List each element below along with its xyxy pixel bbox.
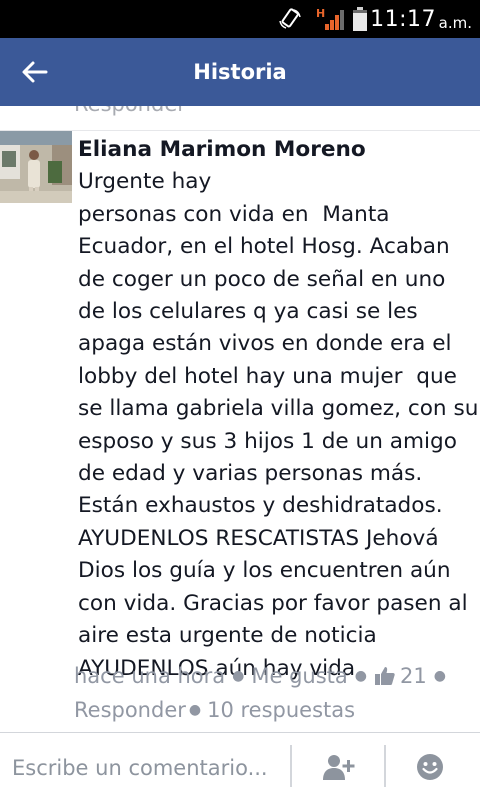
status-bar: H 11:17 a.m. xyxy=(0,0,480,38)
comment-actions-row: Responder ● 10 respuestas xyxy=(74,695,355,725)
signal-icon: H xyxy=(316,0,346,38)
comment-input[interactable] xyxy=(10,747,286,789)
separator-dot: ● xyxy=(232,668,245,684)
comment-text-line: Están exhaustos y deshidratados. xyxy=(78,493,443,519)
comment-meta-row: hace una hora ● Me gusta ● 21 ● xyxy=(74,661,453,691)
replies-link[interactable]: 10 respuestas xyxy=(207,698,355,722)
separator-dot: ● xyxy=(433,668,446,684)
comment-text-line: personas con vida en Manta xyxy=(78,201,390,227)
comment-text-line: aire esta urgente de noticia xyxy=(78,623,377,649)
reply-link[interactable]: Responder xyxy=(74,698,186,722)
comments-list: Responder Eliana Marimon Moreno Urgente … xyxy=(0,106,480,732)
comment-text-line: de coger un poco de señal en uno xyxy=(78,266,446,292)
avatar[interactable] xyxy=(0,131,72,203)
divider xyxy=(384,745,386,787)
comment-timestamp[interactable]: hace una hora xyxy=(74,664,225,688)
comment-text-line: se llama gabriela villa gomez, con su xyxy=(78,396,479,422)
add-person-icon xyxy=(323,755,355,780)
comment-text-line: Ecuador, en el hotel Hosg. Acaban xyxy=(78,234,450,260)
thumbs-up-icon xyxy=(375,667,395,685)
comment-text-line: esposo y sus 3 hijos 1 de un amigo xyxy=(78,428,457,454)
header: Historia xyxy=(0,38,480,106)
comment-author[interactable]: Eliana Marimon Moreno xyxy=(78,137,366,162)
emoji-button[interactable] xyxy=(402,745,458,789)
back-button[interactable] xyxy=(14,52,54,92)
divider xyxy=(0,130,480,131)
network-type-label: H xyxy=(316,7,325,20)
screen-rotation-icon xyxy=(278,0,302,38)
status-time: 11:17 xyxy=(370,6,436,32)
page-title: Historia xyxy=(193,60,287,84)
separator-dot: ● xyxy=(354,668,367,684)
comment-text-line: Dios los guía y los encuentren aún xyxy=(78,558,451,584)
smiley-icon xyxy=(417,754,443,780)
battery-icon xyxy=(352,0,368,38)
comment-text-line: Urgente hay xyxy=(78,169,212,195)
status-ampm: a.m. xyxy=(438,14,472,32)
comment-text-line: con vida. Gracias por favor pasen al xyxy=(78,590,468,616)
arrow-left-icon xyxy=(22,61,48,83)
divider xyxy=(290,745,292,787)
like-count[interactable]: 21 xyxy=(374,664,427,688)
comment-text-line: apaga están vivos en donde era el xyxy=(78,331,452,357)
comment-body: Eliana Marimon Moreno Urgente hay persona… xyxy=(78,134,479,685)
comment-text-line: de los celulares q ya casi se les xyxy=(78,299,418,325)
comment-text-line: AYUDENLOS RESCATISTAS Jehová xyxy=(78,525,439,551)
like-button[interactable]: Me gusta xyxy=(251,664,347,688)
comment-text-line: de edad y varias personas más. xyxy=(78,461,423,487)
like-count-value: 21 xyxy=(400,664,427,688)
comment-text-line: lobby del hotel hay una mujer que xyxy=(78,363,457,389)
previous-reply-link[interactable]: Responder xyxy=(74,106,186,116)
separator-dot: ● xyxy=(188,702,202,718)
add-person-button[interactable] xyxy=(310,745,366,789)
comment-composer xyxy=(0,732,480,801)
